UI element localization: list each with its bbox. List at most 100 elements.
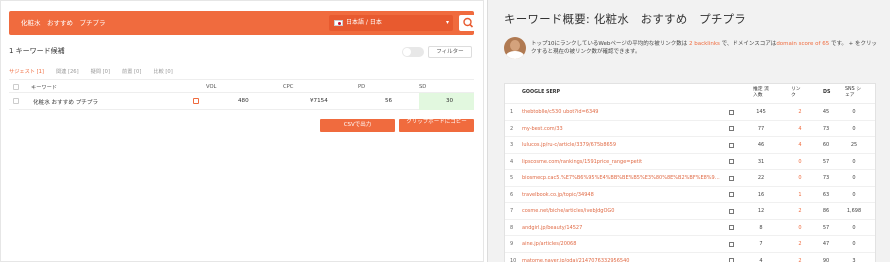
serp-est-traffic: 12 — [757, 208, 765, 214]
tab-related[interactable]: 関連 [26] — [56, 68, 79, 76]
serp-sns: 0 — [852, 175, 856, 181]
serp-links: 1 — [798, 191, 802, 198]
info-backlinks: 2 backlinks — [688, 41, 720, 47]
info-text: トップ10にランクしているWebページの平均的な被リンク数は 2 backlin… — [531, 40, 881, 56]
search-input[interactable] — [17, 15, 318, 31]
serp-row[interactable]: 2 my-best.com/33 77 4 73 0 — [505, 121, 875, 137]
serp-sns: 0 — [852, 241, 856, 247]
serp-row[interactable]: 8 andgirl.jp/beauty/14527 8 0 57 0 — [505, 220, 875, 236]
col-ds: DS — [823, 90, 831, 95]
serp-url[interactable]: aine.jp/articles/20068 — [522, 241, 722, 247]
open-keyword-icon[interactable] — [193, 98, 199, 104]
serp-sns: 25 — [850, 142, 858, 148]
serp-rank: 2 — [510, 125, 514, 132]
serp-ds: 63 — [822, 191, 830, 198]
serp-ds: 45 — [822, 109, 830, 115]
external-link-icon[interactable] — [729, 241, 734, 247]
select-all-checkbox[interactable] — [13, 84, 19, 90]
col-vol: VOL — [206, 84, 217, 90]
filter-toggle[interactable] — [402, 47, 424, 57]
external-link-icon[interactable] — [729, 109, 734, 115]
serp-row[interactable]: 4 lipscosme.com/rankings/1591price_range=… — [505, 154, 875, 170]
serp-sns: 0 — [852, 158, 856, 165]
serp-rank: 7 — [510, 208, 514, 214]
avatar — [504, 37, 526, 59]
col-sd: SD — [419, 84, 427, 90]
csv-export-button[interactable]: CSVで出力 — [320, 119, 395, 132]
tab-questions[interactable]: 疑問 [0] — [91, 68, 110, 76]
serp-url[interactable]: lipscosme.com/rankings/1591price_range=p… — [522, 159, 722, 165]
serp-sns: 3 — [852, 257, 856, 262]
serp-est-traffic: 46 — [757, 142, 765, 148]
tab-prepositions[interactable]: 前置 [0] — [122, 68, 141, 76]
serp-row[interactable]: 6 travelbook.co.jp/topic/34948 16 1 63 0 — [505, 187, 875, 203]
serp-ds: 90 — [822, 257, 830, 262]
info-box: トップ10にランクしているWebページの平均的な被リンク数は 2 backlin… — [504, 37, 884, 63]
serp-ds: 47 — [822, 241, 830, 247]
serp-row[interactable]: 3 lulucos.jp/ru-c/article/3379/675b8659 46… — [505, 137, 875, 154]
serp-rank: 9 — [510, 241, 514, 247]
serp-rank: 10 — [510, 257, 517, 262]
serp-url[interactable]: cosme.net/biche/articles/ivebJdgOG0 — [522, 208, 722, 214]
serp-est-traffic: 7 — [759, 241, 763, 247]
serp-rank: 6 — [510, 191, 514, 198]
search-bar: 日本語 / 日本 ▾ — [9, 11, 478, 35]
col-links: リンク — [791, 87, 801, 98]
keyword-table-header: キーワード VOL CPC PD SD — [9, 82, 474, 93]
external-link-icon[interactable] — [729, 208, 734, 214]
location-select[interactable]: 日本語 / 日本 ▾ — [329, 15, 453, 31]
serp-sns: 0 — [852, 224, 856, 231]
info-pre: トップ10にランクしているWebページの平均的な被リンク数は — [531, 41, 689, 47]
serp-row[interactable]: 10 matome.naver.jp/odai/2147076332956540 4… — [505, 253, 875, 262]
serp-ds: 57 — [822, 224, 830, 231]
serp-url[interactable]: travelbook.co.jp/topic/34948 — [522, 192, 722, 198]
external-link-icon[interactable] — [729, 225, 734, 230]
serp-url[interactable]: biosmecp.cac5.%E7%B6%95%E4%BB%BE%B5%E3%8… — [522, 175, 722, 181]
external-link-icon[interactable] — [729, 175, 734, 181]
serp-links: 0 — [798, 158, 802, 165]
serp-ds: 73 — [822, 175, 830, 181]
external-link-icon[interactable] — [729, 159, 734, 164]
external-link-icon[interactable] — [729, 258, 734, 262]
pd-cell: 56 — [385, 98, 393, 104]
serp-links: 2 — [798, 241, 802, 247]
serp-row[interactable]: 9 aine.jp/articles/20068 7 2 47 0 — [505, 236, 875, 253]
serp-ds: 86 — [822, 208, 830, 214]
sd-cell: 30 — [446, 98, 454, 104]
external-link-icon[interactable] — [729, 142, 734, 148]
chevron-down-icon: ▾ — [445, 19, 449, 26]
serp-url[interactable]: my-best.com/33 — [522, 126, 722, 132]
table-row[interactable]: 化粧水 おすすめ プチプラ 480 ¥7154 56 30 — [9, 93, 474, 110]
serp-est-traffic: 22 — [757, 175, 765, 181]
search-button[interactable] — [459, 15, 478, 31]
serp-rank: 8 — [510, 224, 514, 231]
serp-links: 4 — [798, 125, 802, 132]
serp-ds: 60 — [822, 142, 830, 148]
serp-ds: 57 — [822, 158, 830, 165]
serp-links: 0 — [798, 224, 802, 231]
col-est-traffic: 推定 流入数 — [753, 87, 769, 98]
tab-suggest[interactable]: サジェスト [1] — [9, 68, 44, 76]
serp-row[interactable]: 5 biosmecp.cac5.%E7%B6%95%E4%BB%BE%B5%E3%… — [505, 170, 875, 187]
external-link-icon[interactable] — [729, 192, 734, 197]
tab-comparisons[interactable]: 比較 [0] — [153, 68, 172, 76]
keyword-table: キーワード VOL CPC PD SD 化粧水 おすすめ プチプラ 480 ¥7… — [9, 82, 474, 110]
external-link-icon[interactable] — [729, 126, 734, 131]
serp-est-traffic: 77 — [757, 125, 765, 132]
serp-sns: 0 — [852, 191, 856, 198]
serp-table-header: GOOGLE SERP 推定 流入数 リンク DS SNS シェア — [505, 84, 875, 104]
serp-url[interactable]: lulucos.jp/ru-c/article/3379/675b8659 — [522, 142, 722, 148]
serp-row[interactable]: 7 cosme.net/biche/articles/ivebJdgOG0 12 2 8… — [505, 203, 875, 220]
copy-clipboard-button[interactable]: クリップボードにコピー — [399, 119, 474, 132]
serp-url[interactable]: andgirl.jp/beauty/14527 — [522, 225, 722, 231]
serp-url[interactable]: matome.naver.jp/odai/2147076332956540 — [522, 258, 722, 262]
serp-url[interactable]: thebtoblle/c530 ubot?id=6349 — [522, 109, 722, 115]
serp-row[interactable]: 1 thebtoblle/c530 ubot?id=6349 145 2 45 0 — [505, 104, 875, 121]
row-checkbox[interactable] — [13, 98, 19, 104]
serp-links: 4 — [798, 142, 802, 148]
filter-button[interactable]: フィルター — [428, 46, 472, 58]
keyword-panel: 日本語 / 日本 ▾ 1 キーワード候補 フィルター サジェスト [1] 関連 … — [0, 0, 484, 262]
info-mid: で、ドメインスコアは — [719, 41, 777, 47]
serp-links: 2 — [798, 208, 802, 214]
col-serp: GOOGLE SERP — [522, 90, 560, 95]
